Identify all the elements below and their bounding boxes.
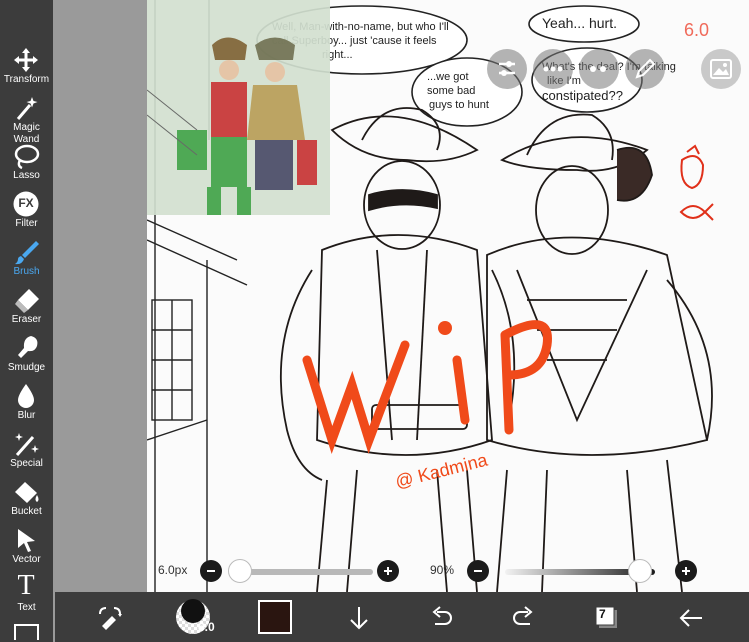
tool-blur[interactable]: Blur [0, 380, 53, 428]
reference-window-button[interactable] [701, 49, 741, 89]
tool-vector[interactable]: Vector [0, 524, 53, 572]
undo-icon [432, 606, 452, 625]
tool-label: Eraser [11, 314, 42, 325]
swap-brush-eraser-icon [99, 607, 122, 630]
tool-label: Filter [15, 218, 38, 229]
tool-sidebar: Transform Magic Wand Lasso FX Filter Bru… [0, 0, 53, 642]
special-wand-icon [15, 433, 39, 456]
reference-image-overlay [147, 0, 330, 215]
frame-tool-icon[interactable] [14, 624, 39, 640]
tool-eraser[interactable]: Eraser [0, 284, 53, 332]
bucket-icon [15, 482, 39, 503]
brush-eraser-swap-button[interactable] [92, 600, 128, 636]
more-options-button[interactable] [533, 49, 573, 89]
minus-icon [207, 570, 215, 572]
current-color-swatch[interactable] [258, 600, 292, 634]
smudge-icon [18, 336, 38, 358]
tool-text[interactable]: T Text [0, 570, 53, 620]
vector-cursor-icon [18, 529, 35, 552]
brush-size-increase-button[interactable] [377, 560, 399, 582]
tool-label: Transform [3, 74, 50, 85]
tool-label: Bucket [11, 506, 42, 517]
svg-text:...we got: ...we got [427, 71, 469, 83]
tool-transform[interactable]: Transform [0, 44, 53, 92]
drawing-canvas[interactable]: Well, Man-with-no-name, but who I'll cal… [55, 0, 749, 592]
stabilizer-button[interactable] [579, 49, 619, 89]
brush-size-decrease-button[interactable] [200, 560, 222, 582]
move-arrows-icon [14, 48, 38, 72]
tool-special[interactable]: Special [0, 428, 53, 476]
ibis-paint-editor: Transform Magic Wand Lasso FX Filter Bru… [0, 0, 749, 642]
magic-wand-icon [16, 97, 38, 120]
artwork-page: Well, Man-with-no-name, but who I'll cal… [147, 0, 749, 592]
tool-label: Vector [12, 554, 41, 565]
brush-opacity-value: 90% [430, 563, 455, 577]
brush-size-badge: 6.0 [198, 620, 215, 634]
svg-text:guys to hunt: guys to hunt [429, 99, 489, 111]
blur-drop-icon [18, 384, 34, 408]
opacity-increase-button[interactable] [675, 560, 697, 582]
tool-bucket[interactable]: Bucket [0, 476, 53, 524]
tool-brush[interactable]: Brush [0, 236, 53, 284]
redo-icon [513, 606, 533, 625]
opacity-decrease-button[interactable] [467, 560, 489, 582]
brush-size-knob[interactable] [227, 559, 252, 583]
brush-size-track[interactable] [237, 569, 373, 575]
text-t-icon: T [17, 570, 35, 601]
tool-label: Blur [17, 410, 36, 421]
bottom-toolbar: 6.0 7 [55, 592, 749, 642]
tool-lasso[interactable]: Lasso [0, 140, 53, 188]
sliders-icon [499, 61, 515, 76]
tool-magic-wand[interactable]: Magic Wand [0, 92, 53, 145]
redo-button[interactable] [506, 600, 542, 636]
ruler-button[interactable] [625, 49, 665, 89]
undo-button[interactable] [423, 600, 459, 636]
tool-label: Brush [13, 266, 40, 277]
back-button[interactable] [673, 600, 709, 636]
pencil-ruler-icon [635, 58, 656, 79]
brush-size-value: 6.0px [158, 563, 188, 577]
tool-label: Special [10, 458, 43, 469]
plus-icon [682, 567, 690, 575]
tool-label: Lasso [13, 170, 40, 181]
arrow-left-icon [679, 609, 702, 627]
fx-glyph: FX [18, 196, 34, 210]
tool-filter[interactable]: FX Filter [0, 188, 53, 236]
arrow-down-icon [350, 607, 368, 630]
tool-label: Text [17, 602, 36, 613]
svg-text:6.0: 6.0 [684, 20, 709, 40]
eraser-icon [15, 289, 39, 313]
more-dots-icon [543, 66, 563, 72]
svg-text:constipated??: constipated?? [542, 88, 623, 103]
image-icon [710, 59, 732, 79]
layer-count: 7 [599, 607, 606, 621]
plus-icon [384, 567, 392, 575]
layers-button[interactable]: 7 [589, 600, 625, 636]
brush-icon [15, 241, 39, 265]
svg-text:Yeah... hurt.: Yeah... hurt. [542, 15, 617, 31]
dots-icon [590, 66, 606, 72]
opacity-knob[interactable] [628, 559, 652, 583]
minus-icon [474, 570, 482, 572]
tool-label: Smudge [7, 362, 46, 373]
layers-icon [595, 606, 617, 628]
tool-smudge[interactable]: Smudge [0, 332, 53, 380]
layer-toggle-button[interactable] [487, 49, 527, 89]
lasso-icon [14, 144, 40, 170]
download-button[interactable] [341, 600, 377, 636]
svg-text:some bad: some bad [427, 85, 475, 97]
